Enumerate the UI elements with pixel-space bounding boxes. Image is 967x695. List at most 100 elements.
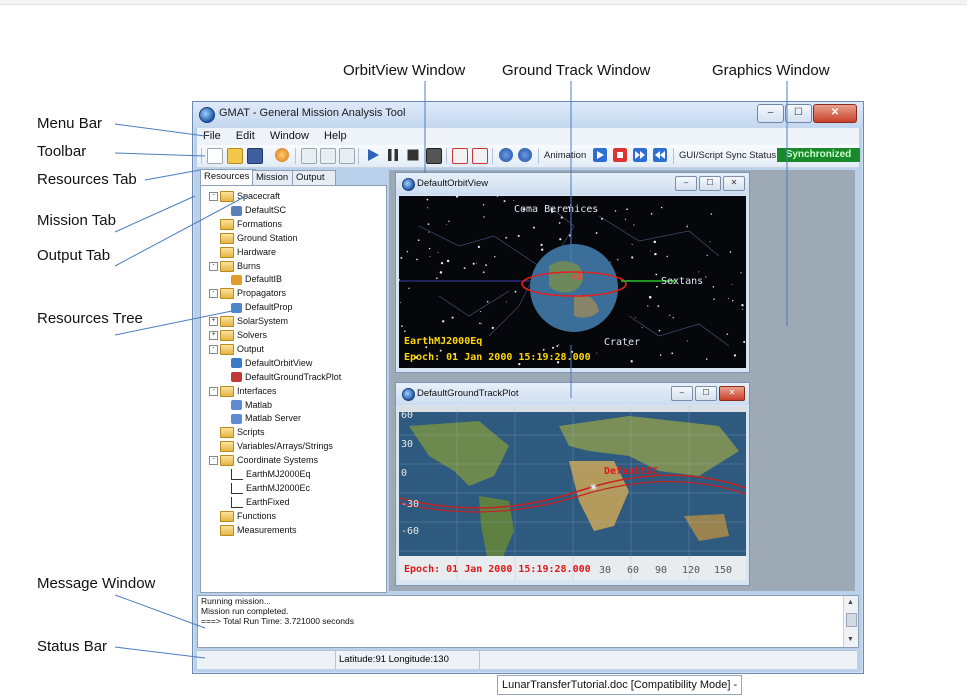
tree-item[interactable]: Matlab bbox=[231, 399, 272, 411]
scroll-up-icon[interactable]: ▲ bbox=[847, 598, 854, 608]
minimize-button[interactable]: – bbox=[757, 104, 784, 123]
orbitview-close-button[interactable]: ✕ bbox=[723, 176, 745, 191]
animation-stop-icon[interactable] bbox=[613, 148, 627, 162]
orbitview-epoch: Epoch: 01 Jan 2000 15:19:28.000 bbox=[404, 352, 591, 363]
tree-item-label: DefaultGroundTrackPlot bbox=[245, 371, 342, 382]
new-file-icon[interactable] bbox=[207, 148, 223, 164]
groundtrack-maximize-button[interactable]: ☐ bbox=[695, 386, 717, 401]
menu-file[interactable]: File bbox=[197, 128, 227, 142]
menu-help[interactable]: Help bbox=[318, 128, 353, 142]
tree-item[interactable]: DefaultIB bbox=[231, 273, 282, 286]
star bbox=[541, 248, 544, 251]
folder-icon bbox=[220, 246, 234, 258]
folder-icon bbox=[220, 441, 234, 453]
tree-item[interactable]: DefaultGroundTrackPlot bbox=[231, 371, 341, 383]
groundtrack-icon bbox=[231, 372, 242, 383]
save-icon[interactable] bbox=[247, 148, 263, 164]
tree-item[interactable]: - Spacecraft bbox=[209, 190, 280, 203]
collapse-icon[interactable]: - bbox=[209, 386, 218, 396]
expand-icon[interactable]: + bbox=[209, 331, 218, 341]
groundtrack-canvas[interactable]: ✷ 60 30 0 -30 -60 30 60 90 120 150 Defau… bbox=[399, 406, 746, 580]
pause-icon[interactable] bbox=[386, 148, 400, 162]
tree-item[interactable]: DefaultOrbitView bbox=[231, 357, 312, 369]
tree-item[interactable]: Variables/Arrays/Strings bbox=[209, 440, 333, 453]
resources-tree[interactable]: - Spacecraft DefaultSC Formations Ground Sta… bbox=[200, 185, 387, 593]
callout-graphics: Graphics Window bbox=[712, 62, 830, 79]
groundtrack-titlebar[interactable]: DefaultGroundTrackPlot – ☐ ✕ bbox=[396, 383, 749, 405]
tree-item[interactable]: EarthMJ2000Ec bbox=[231, 482, 310, 495]
tree-item-label: Functions bbox=[237, 510, 277, 521]
tree-item[interactable]: + SolarSystem bbox=[209, 315, 288, 328]
lat-tick: -60 bbox=[401, 526, 420, 537]
collapse-icon[interactable]: - bbox=[209, 261, 218, 271]
folder-icon bbox=[220, 344, 234, 356]
callout-groundtrack: Ground Track Window bbox=[502, 62, 651, 79]
collapse-icon[interactable]: - bbox=[209, 192, 218, 202]
cut-icon[interactable] bbox=[320, 148, 336, 164]
animation-faster-icon[interactable] bbox=[633, 148, 647, 162]
orbitview-maximize-button[interactable]: ☐ bbox=[699, 176, 721, 191]
info-icon[interactable] bbox=[499, 148, 513, 162]
maximize-button[interactable]: ☐ bbox=[785, 104, 812, 123]
folder-icon bbox=[220, 385, 234, 397]
collapse-icon[interactable]: - bbox=[209, 289, 218, 299]
tree-item[interactable]: Ground Station bbox=[209, 232, 298, 244]
menu-window[interactable]: Window bbox=[264, 128, 315, 142]
tree-item[interactable]: - Coordinate Systems bbox=[209, 454, 318, 467]
copy-icon[interactable] bbox=[301, 148, 317, 164]
tab-resources[interactable]: Resources bbox=[200, 169, 256, 185]
groundtrack-minimize-button[interactable]: – bbox=[671, 386, 693, 401]
star bbox=[740, 272, 742, 274]
run-icon[interactable] bbox=[366, 148, 380, 162]
close-child-icon[interactable] bbox=[452, 148, 468, 164]
groundtrack-epoch: Epoch: 01 Jan 2000 15:19:28.000 bbox=[404, 564, 591, 575]
tree-item[interactable]: DefaultSC bbox=[231, 204, 286, 216]
tree-item[interactable]: Measurements bbox=[209, 524, 297, 536]
tab-mission[interactable]: Mission bbox=[252, 170, 296, 185]
animation-play-icon[interactable] bbox=[593, 148, 607, 162]
orbitview-minimize-button[interactable]: – bbox=[675, 176, 697, 191]
tree-item[interactable]: EarthMJ2000Eq bbox=[231, 468, 311, 481]
star bbox=[705, 358, 708, 360]
orbitview-window[interactable]: DefaultOrbitView – ☐ ✕ ✕ Coma Berenices … bbox=[395, 172, 750, 373]
star bbox=[482, 271, 485, 274]
orbitview-canvas[interactable]: ✕ Coma Berenices Sextans Crater +X Earth… bbox=[399, 196, 746, 368]
tree-item[interactable]: EarthFixed bbox=[231, 496, 290, 508]
title-bar[interactable]: GMAT - General Mission Analysis Tool – ☐… bbox=[193, 102, 863, 128]
close-all-icon[interactable] bbox=[472, 148, 488, 164]
tree-item[interactable]: + Solvers bbox=[209, 329, 267, 342]
tree-item[interactable]: - Burns bbox=[209, 260, 261, 272]
menu-edit[interactable]: Edit bbox=[230, 128, 261, 142]
tree-item[interactable]: Hardware bbox=[209, 246, 276, 258]
collapse-icon[interactable]: - bbox=[209, 456, 218, 466]
tab-output[interactable]: Output bbox=[292, 170, 336, 185]
groundtrack-app-icon bbox=[402, 388, 415, 401]
scroll-down-icon[interactable]: ▼ bbox=[847, 635, 854, 645]
close-button[interactable]: ✕ bbox=[813, 104, 857, 123]
tree-item[interactable]: - Output bbox=[209, 343, 264, 356]
open-folder-icon[interactable] bbox=[227, 148, 243, 164]
screenshot-icon[interactable] bbox=[426, 148, 442, 164]
tree-item[interactable]: Formations bbox=[209, 218, 282, 230]
message-scrollbar[interactable]: ▲ ▼ bbox=[843, 596, 858, 647]
tree-item[interactable]: Functions bbox=[209, 510, 276, 522]
orbitview-titlebar[interactable]: DefaultOrbitView – ☐ ✕ bbox=[396, 173, 749, 195]
tree-item[interactable]: - Propagators bbox=[209, 287, 286, 300]
scroll-thumb[interactable] bbox=[846, 613, 857, 627]
animation-slower-icon[interactable] bbox=[653, 148, 667, 162]
stop-icon[interactable] bbox=[406, 148, 420, 162]
message-window[interactable]: Running mission... Mission run completed… bbox=[197, 595, 859, 648]
graphics-window: DefaultOrbitView – ☐ ✕ ✕ Coma Berenices … bbox=[389, 170, 855, 591]
help-icon[interactable] bbox=[518, 148, 532, 162]
paste-icon[interactable] bbox=[339, 148, 355, 164]
groundtrack-close-button[interactable]: ✕ bbox=[719, 386, 745, 401]
toolbar: Animation GUI/Script Sync Status: Synchr… bbox=[197, 145, 860, 168]
tree-item[interactable]: Matlab Server bbox=[231, 412, 301, 425]
expand-icon[interactable]: + bbox=[209, 317, 218, 327]
collapse-icon[interactable]: - bbox=[209, 345, 218, 355]
tree-item[interactable]: Scripts bbox=[209, 426, 265, 439]
tree-item[interactable]: - Interfaces bbox=[209, 385, 277, 397]
groundtrack-window[interactable]: DefaultGroundTrackPlot – ☐ ✕ ✷ 60 30 0 -… bbox=[395, 382, 750, 586]
tree-item[interactable]: DefaultProp bbox=[231, 301, 293, 313]
build-icon[interactable] bbox=[275, 148, 289, 162]
